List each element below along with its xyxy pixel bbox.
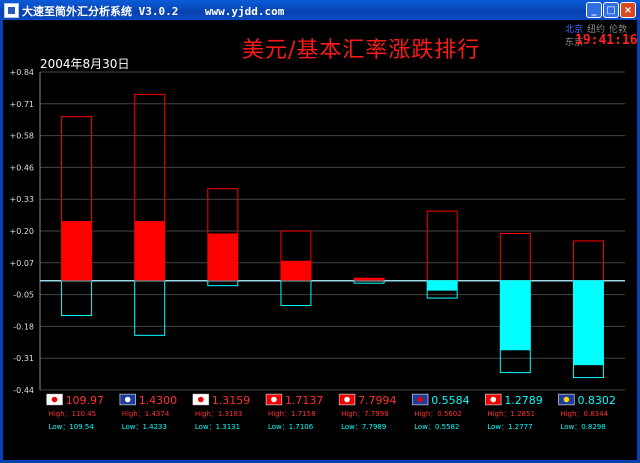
range-low-box bbox=[280, 280, 312, 307]
low-label: Low：0.5582 bbox=[414, 423, 459, 431]
change-bar bbox=[61, 221, 92, 281]
range-high-box bbox=[572, 240, 604, 282]
y-tick-label: +0.20 bbox=[9, 227, 34, 236]
change-bar bbox=[573, 280, 604, 366]
low-label: Low：1.2777 bbox=[487, 423, 532, 431]
change-bar bbox=[134, 221, 165, 281]
low-label: Low：1.3131 bbox=[195, 423, 240, 431]
y-tick-label: +0.71 bbox=[9, 100, 34, 109]
chart-canvas: +0.84 +0.71 +0.58 +0.46 +0.33 +0.20 +0.07 -0.05… bbox=[9, 68, 625, 431]
high-label: High：110.45 bbox=[49, 410, 97, 418]
range-low-box bbox=[134, 280, 166, 336]
range-high-box bbox=[499, 232, 531, 282]
flag-emblem bbox=[271, 396, 277, 403]
price-label: 0.5584 bbox=[431, 394, 470, 407]
flag-emblem bbox=[124, 396, 131, 403]
change-bar bbox=[207, 233, 238, 281]
flag-emblem bbox=[417, 396, 423, 403]
low-label: Low：0.8298 bbox=[560, 423, 605, 431]
high-label: High：0.5602 bbox=[414, 410, 462, 418]
range-high-box bbox=[426, 210, 458, 282]
low-label: Low：1.7106 bbox=[268, 423, 314, 431]
price-label: 1.7137 bbox=[285, 394, 324, 407]
high-label: High：7.7999 bbox=[341, 410, 389, 418]
y-tick-label: -0.44 bbox=[13, 386, 34, 395]
flag-emblem bbox=[344, 396, 350, 403]
price-label: 1.4300 bbox=[139, 394, 178, 407]
y-tick-label: +0.46 bbox=[9, 163, 34, 172]
y-tick-label: -0.31 bbox=[13, 354, 34, 363]
high-label: High：0.8344 bbox=[560, 410, 608, 418]
high-label: High：1.2851 bbox=[487, 410, 535, 418]
low-label: Low：7.7989 bbox=[341, 423, 386, 431]
price-label: 1.2789 bbox=[504, 394, 543, 407]
high-label: High：1.4374 bbox=[122, 410, 170, 418]
change-bar bbox=[280, 260, 311, 281]
price-label: 109.97 bbox=[66, 394, 105, 407]
y-tick-label: +0.07 bbox=[9, 259, 34, 268]
flag-emblem bbox=[490, 396, 497, 403]
price-label: 7.7994 bbox=[358, 394, 397, 407]
low-label: Low：1.4233 bbox=[122, 423, 167, 431]
flag-emblem bbox=[198, 396, 204, 403]
y-tick-label: -0.18 bbox=[13, 322, 34, 331]
y-tick-label: +0.84 bbox=[9, 68, 34, 77]
range-low-box bbox=[61, 280, 93, 316]
y-tick-label: +0.58 bbox=[9, 132, 34, 141]
change-bar bbox=[354, 278, 385, 281]
flag-emblem bbox=[563, 396, 570, 403]
change-bar bbox=[427, 280, 458, 291]
high-label: High：1.7158 bbox=[268, 410, 316, 418]
price-label: 1.3159 bbox=[212, 394, 251, 407]
price-label: 0.8302 bbox=[577, 394, 616, 407]
change-bar bbox=[500, 280, 531, 351]
y-tick-label: +0.33 bbox=[9, 195, 34, 204]
range-low-box bbox=[353, 280, 385, 284]
y-tick-label: -0.05 bbox=[13, 291, 34, 300]
high-label: High：1.3183 bbox=[195, 410, 243, 418]
low-label: Low：109.54 bbox=[49, 423, 95, 431]
flag-emblem bbox=[51, 396, 58, 403]
